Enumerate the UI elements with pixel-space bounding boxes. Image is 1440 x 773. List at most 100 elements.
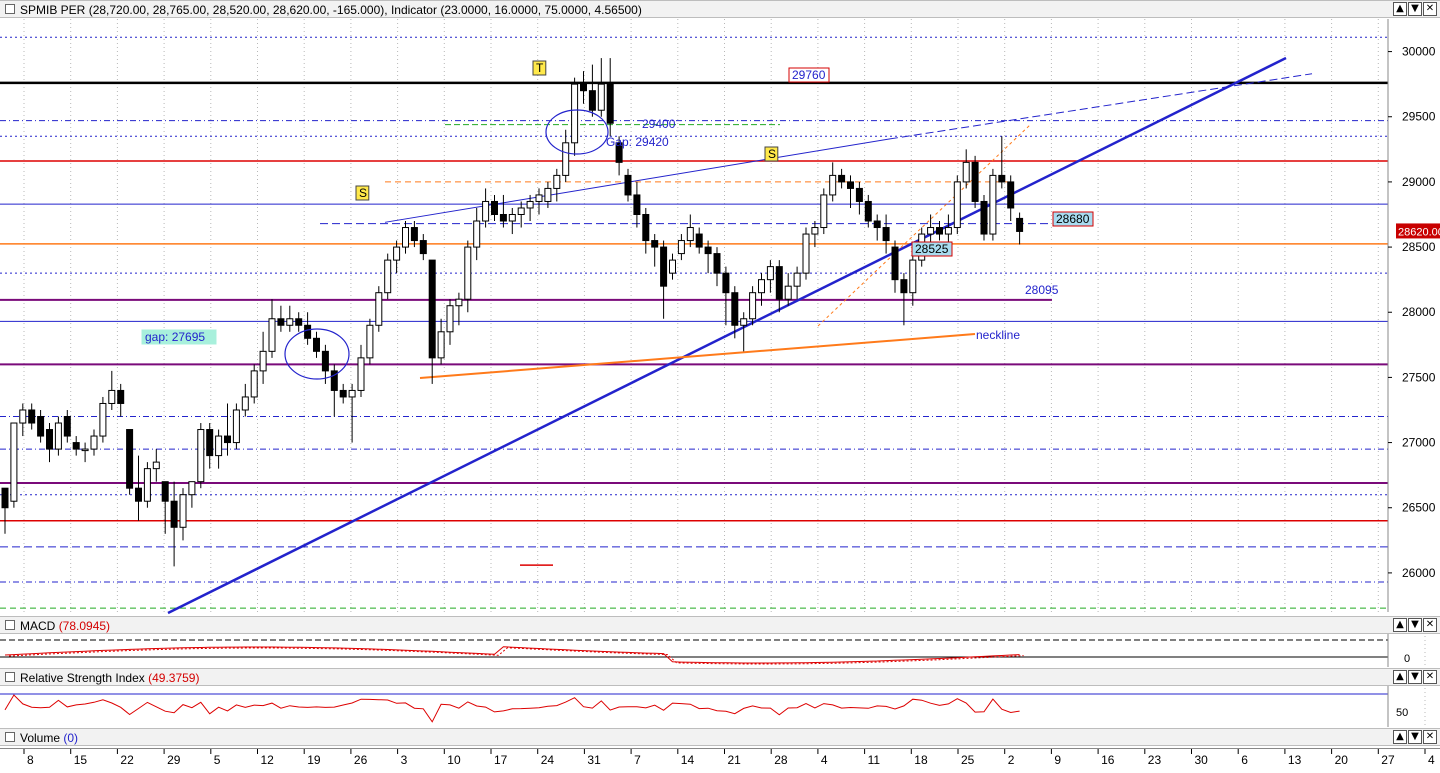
candle-body — [580, 83, 587, 92]
candle-body — [366, 324, 374, 359]
candle-body — [232, 409, 240, 444]
candle-body — [953, 181, 961, 229]
price-tick-label: 28500 — [1402, 240, 1436, 254]
volume-window-buttons: ▲ ▼ ✕ — [1393, 730, 1437, 744]
date-tick-label: 19 — [307, 753, 321, 767]
indicator-label: Indicator — [390, 3, 437, 17]
scroll-up-icon[interactable]: ▲ — [1393, 670, 1407, 684]
date-tick-label: 16 — [1101, 753, 1115, 767]
scroll-up-icon[interactable]: ▲ — [1393, 2, 1407, 16]
candle-body — [446, 305, 454, 333]
candle-body — [820, 194, 828, 229]
plot-background — [0, 19, 1388, 612]
date-tick-label: 30 — [1195, 753, 1209, 767]
close-icon[interactable]: ✕ — [1423, 730, 1437, 744]
panel-icon — [5, 620, 15, 630]
date-tick-label: 5 — [214, 753, 221, 767]
scroll-down-icon[interactable]: ▼ — [1408, 730, 1422, 744]
main-panel-title: SPMIB PER (28,720.00, 28,765.00, 28,520.… — [20, 3, 642, 17]
candle-body — [722, 272, 730, 294]
scroll-up-icon[interactable]: ▲ — [1393, 618, 1407, 632]
candle-body — [152, 461, 160, 470]
candle-body — [108, 389, 116, 404]
candle-body — [72, 442, 80, 450]
candle-body — [117, 389, 125, 404]
candle-body — [784, 285, 792, 300]
label-28095: 28095 — [1025, 283, 1059, 297]
symbol-label: SPMIB PER — [20, 3, 86, 17]
candle-body — [37, 416, 45, 437]
candle-body — [81, 448, 89, 452]
candle-body — [758, 279, 765, 294]
rsi-panel-title: Relative Strength Index (49.3759) — [20, 671, 199, 685]
date-tick-label: 25 — [961, 753, 975, 767]
date-tick-label: 22 — [120, 753, 134, 767]
candle-body — [1, 487, 9, 509]
scroll-down-icon[interactable]: ▼ — [1408, 670, 1422, 684]
label-gap-29420: Gap: 29420 — [606, 135, 669, 149]
label-28525-text: 28525 — [915, 242, 949, 256]
candle-body — [135, 487, 142, 502]
candle-body — [437, 331, 445, 359]
candle-body — [402, 227, 409, 248]
rsi-value: (49.3759) — [148, 671, 200, 685]
ohlc-label: (28,720.00, 28,765.00, 28,520.00, 28,620… — [88, 3, 385, 17]
close-icon[interactable]: ✕ — [1423, 618, 1437, 632]
candle-body — [10, 422, 18, 502]
candle-body — [259, 350, 267, 372]
indicator-values: (23.0000, 16.0000, 75.0000, 4.56500) — [440, 3, 642, 17]
candle-body — [339, 389, 347, 398]
candle-body — [606, 83, 614, 124]
candle-body — [962, 161, 970, 183]
date-axis-svg: 8 15 22 29 5 12 19 26 3 10 17 24 31 7 14 21 28 4 11 18 25 2 9 1… — [23, 749, 1435, 767]
candle-body — [802, 233, 810, 274]
candle-body — [838, 174, 846, 183]
candle-body — [206, 429, 214, 457]
candle-body — [847, 181, 854, 189]
candle-body — [642, 213, 650, 242]
candle-body — [989, 174, 997, 235]
price-tick-label: 28000 — [1402, 305, 1436, 319]
candle-body — [295, 318, 303, 326]
candle-body — [419, 240, 427, 255]
candle-body — [749, 292, 757, 320]
date-tick-label: 14 — [681, 753, 695, 767]
label-gap-27695-text: gap: 27695 — [145, 330, 205, 344]
scroll-up-icon[interactable]: ▲ — [1393, 730, 1407, 744]
price-tick-label: 27500 — [1402, 370, 1436, 384]
date-tick-label: 9 — [1054, 753, 1061, 767]
macd-tick-label: 0 — [1404, 653, 1410, 665]
candle-body — [909, 259, 917, 294]
candle-body — [375, 292, 383, 326]
candle-body — [526, 200, 534, 209]
candle-body — [900, 279, 908, 294]
candle-body — [651, 240, 659, 248]
panel-icon — [5, 4, 15, 14]
candle-body — [126, 429, 134, 489]
candle-body — [393, 246, 401, 261]
candle-body — [829, 174, 837, 196]
candle-body — [544, 187, 552, 202]
candle-body — [891, 246, 899, 281]
date-tick-label: 21 — [728, 753, 742, 767]
macd-panel-title: MACD (78.0945) — [20, 619, 110, 633]
candle-body — [161, 481, 169, 502]
candle-body — [241, 396, 249, 411]
candle-body — [731, 292, 739, 326]
date-axis: 8 15 22 29 5 12 19 26 3 10 17 24 31 7 14 21 28 4 11 18 25 2 9 1… — [0, 748, 1440, 769]
date-tick-label: 4 — [1428, 753, 1435, 767]
scroll-down-icon[interactable]: ▼ — [1408, 2, 1422, 16]
date-tick-label: 13 — [1288, 753, 1302, 767]
scroll-down-icon[interactable]: ▼ — [1408, 618, 1422, 632]
label-gap-27695: gap: 27695 — [141, 329, 217, 345]
candle-body — [277, 318, 285, 326]
candle-body — [215, 435, 223, 457]
candle-body — [499, 213, 507, 222]
candle-body — [669, 259, 676, 274]
candle-body — [740, 318, 748, 326]
candle-body — [410, 227, 418, 242]
close-icon[interactable]: ✕ — [1423, 2, 1437, 16]
close-icon[interactable]: ✕ — [1423, 670, 1437, 684]
date-tick-label: 11 — [868, 753, 881, 767]
candle-body — [99, 402, 107, 437]
